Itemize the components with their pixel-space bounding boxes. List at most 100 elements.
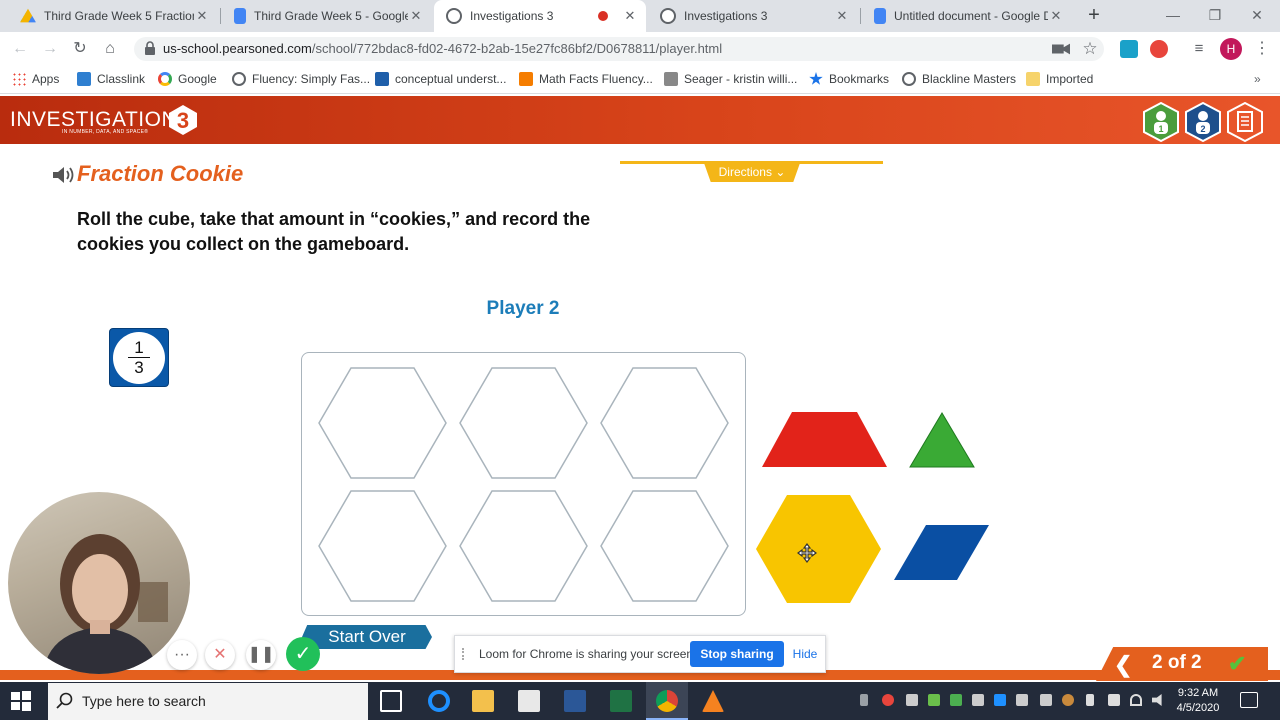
svg-text:2: 2	[1200, 124, 1205, 134]
tray-icon[interactable]	[1062, 694, 1074, 706]
trapezoid-block[interactable]	[762, 412, 887, 467]
wifi-icon[interactable]	[1130, 694, 1142, 706]
security-tray-icon[interactable]	[928, 694, 940, 706]
activity-title: Fraction Cookie	[77, 161, 244, 186]
player-label: Player 2	[486, 298, 560, 319]
bookmark-blackline[interactable]: Blackline Masters	[902, 70, 1016, 88]
close-tab-icon[interactable]: ✕	[194, 8, 210, 24]
loom-finish-icon[interactable]: ✓	[286, 637, 320, 671]
bookmark-seager[interactable]: Seager - kristin willi...	[664, 70, 797, 88]
screen-share-message: Loom for Chrome is sharing your screen.	[479, 647, 697, 661]
google-docs-icon	[234, 8, 246, 24]
notifications-icon[interactable]	[1240, 692, 1258, 708]
bookmark-google[interactable]: Google	[158, 70, 217, 88]
bookmark-imported[interactable]: Imported	[1026, 70, 1093, 88]
home-button[interactable]: ⌂	[99, 38, 121, 60]
rhombus-block[interactable]	[894, 525, 989, 580]
loom-pause-icon[interactable]: ❚❚	[246, 640, 276, 670]
browser-tab-5[interactable]: Untitled document - Google D ✕	[862, 0, 1072, 32]
excel-icon[interactable]	[610, 690, 632, 712]
fraction-denominator: 3	[134, 358, 144, 377]
media-queue-icon[interactable]: ≡	[1190, 40, 1208, 58]
student-1-icon[interactable]: 1	[1143, 102, 1179, 142]
tray-icon[interactable]	[906, 694, 918, 706]
bookmark-label: Fluency: Simply Fas...	[252, 72, 371, 86]
url-text[interactable]: us-school.pearsoned.com/school/772bdac8-…	[163, 41, 722, 56]
tray-icon[interactable]	[1040, 694, 1052, 706]
browser-tab-1[interactable]: Third Grade Week 5 Fractions ✕	[8, 0, 218, 32]
close-window-button[interactable]: ✕	[1234, 0, 1280, 30]
extension-cloud-icon[interactable]	[1120, 40, 1138, 58]
hexagon-block[interactable]	[756, 495, 881, 603]
drag-handle-icon[interactable]	[462, 648, 468, 660]
minimize-button[interactable]: —	[1150, 0, 1196, 30]
bookmark-label: Imported	[1046, 72, 1094, 86]
taskbar-clock[interactable]: 9:32 AM 4/5/2020	[1168, 686, 1228, 716]
tray-icon[interactable]	[1016, 694, 1028, 706]
bookmarks-overflow-icon[interactable]: »	[1254, 70, 1261, 88]
word-icon[interactable]	[564, 690, 586, 712]
blogger-icon	[519, 72, 533, 86]
check-icon[interactable]: ✔	[1228, 651, 1246, 677]
chrome-icon[interactable]	[656, 690, 678, 712]
browser-tab-3-active[interactable]: Investigations 3 ✕	[434, 0, 646, 32]
mic-tray-icon[interactable]	[860, 694, 868, 706]
tab-title: Third Grade Week 5 - Google D	[254, 9, 408, 23]
tab-title: Untitled document - Google D	[894, 9, 1048, 23]
close-tab-icon[interactable]: ✕	[622, 8, 638, 24]
back-button[interactable]: ←	[9, 38, 31, 60]
close-tab-icon[interactable]: ✕	[1048, 8, 1064, 24]
bookmark-label: Apps	[32, 72, 60, 86]
tab-title: Investigations 3	[470, 9, 554, 23]
google-docs-icon	[874, 8, 886, 24]
student-2-icon[interactable]: 2	[1185, 102, 1221, 142]
browser-tab-2[interactable]: Third Grade Week 5 - Google D ✕	[222, 0, 432, 32]
hide-button[interactable]: Hide	[788, 641, 822, 667]
reload-button[interactable]: ↻	[69, 38, 91, 60]
star-icon	[809, 72, 823, 85]
store-icon[interactable]	[518, 690, 540, 712]
bookmark-bookmarks[interactable]: Bookmarks	[809, 70, 889, 88]
loom-webcam-bubble[interactable]	[8, 492, 190, 674]
close-tab-icon[interactable]: ✕	[408, 8, 424, 24]
bookmark-fluency[interactable]: Fluency: Simply Fas...	[232, 70, 370, 88]
site-icon	[664, 72, 678, 86]
profile-avatar[interactable]: H	[1220, 38, 1242, 60]
previous-page-icon[interactable]: ❮	[1114, 652, 1132, 678]
stop-sharing-button[interactable]: Stop sharing	[690, 641, 784, 667]
windows-start-icon[interactable]	[10, 690, 32, 712]
bookmark-conceptual[interactable]: conceptual underst...	[375, 70, 506, 88]
bookmark-classlink[interactable]: Classlink	[77, 70, 145, 88]
start-over-button[interactable]: Start Over	[302, 625, 432, 649]
battery-icon[interactable]	[1108, 694, 1120, 706]
tray-icon[interactable]	[950, 694, 962, 706]
browser-tab-4[interactable]: Investigations 3 ✕	[648, 0, 858, 32]
bluetooth-icon[interactable]	[994, 694, 1006, 706]
bookmark-apps[interactable]: Apps	[12, 70, 59, 88]
task-view-icon[interactable]	[380, 690, 402, 712]
menu-icon[interactable]: ⋮	[1253, 40, 1271, 58]
close-tab-icon[interactable]: ✕	[834, 8, 850, 24]
tray-icon[interactable]	[972, 694, 984, 706]
bookmark-math-facts[interactable]: Math Facts Fluency...	[519, 70, 653, 88]
bookmark-label: Blackline Masters	[922, 72, 1017, 86]
lock-icon	[145, 41, 155, 55]
star-icon[interactable]: ☆	[1081, 40, 1099, 58]
file-explorer-icon[interactable]	[472, 690, 494, 712]
loom-cancel-icon[interactable]: ✕	[205, 640, 235, 670]
new-tab-button[interactable]: +	[1082, 4, 1106, 28]
loom-more-icon[interactable]: ···	[167, 640, 197, 670]
directions-toggle[interactable]: Directions ⌄	[704, 163, 800, 182]
edge-browser-icon[interactable]	[428, 690, 450, 712]
tab-separator	[220, 8, 221, 24]
triangle-block[interactable]	[909, 412, 975, 468]
loom-extension-icon[interactable]	[1150, 40, 1168, 58]
notes-icon[interactable]	[1227, 102, 1263, 142]
tray-icon[interactable]	[1086, 694, 1094, 706]
site-icon	[375, 72, 389, 86]
restore-button[interactable]: ❐	[1192, 0, 1238, 30]
forward-button[interactable]: →	[39, 38, 61, 60]
loom-tray-icon[interactable]	[882, 694, 894, 706]
speaker-icon[interactable]	[52, 166, 76, 184]
url-path: /school/772bdac8-fd02-4672-b2ab-15e27fc8…	[311, 41, 723, 56]
